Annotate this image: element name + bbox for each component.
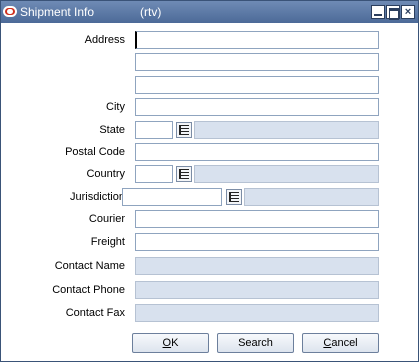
country-lov-icon[interactable] (176, 166, 192, 182)
country-description-field (194, 165, 379, 183)
contact-fax-label: Contact Fax (65, 307, 125, 319)
city-field[interactable] (135, 98, 379, 116)
courier-field[interactable] (135, 210, 379, 228)
shipment-info-dialog: Shipment Info (rtv) × Address City State… (0, 0, 419, 362)
jurisdiction-code-field[interactable] (122, 188, 222, 206)
freight-field[interactable] (135, 233, 379, 251)
title-bar[interactable]: Shipment Info (rtv) × (1, 1, 418, 23)
state-code-field[interactable] (135, 121, 173, 139)
cancel-label-rest: ancel (331, 337, 358, 349)
oracle-logo-icon (3, 6, 17, 17)
maximize-icon[interactable] (386, 5, 400, 20)
state-description-field (194, 121, 379, 139)
state-lov-icon[interactable] (176, 122, 192, 138)
contact-fax-field (135, 304, 379, 322)
city-label: City (106, 101, 125, 113)
minimize-icon[interactable] (371, 5, 385, 19)
courier-label: Courier (88, 213, 125, 225)
address-line1-field[interactable] (135, 31, 379, 49)
address-label: Address (84, 34, 125, 46)
jurisdiction-label: Jurisdiction (69, 191, 125, 203)
search-button[interactable]: Search (217, 333, 294, 353)
ok-label-rest: K (171, 337, 179, 349)
ok-mnemonic: O (162, 337, 172, 349)
contact-name-field (135, 257, 379, 275)
address-line2-field[interactable] (135, 53, 379, 71)
jurisdiction-description-field (244, 188, 379, 206)
country-label: Country (86, 168, 125, 180)
state-label: State (99, 124, 125, 136)
jurisdiction-lov-icon[interactable] (226, 189, 242, 205)
contact-phone-label: Contact Phone (52, 284, 125, 296)
postal-code-label: Postal Code (65, 146, 125, 158)
window-title: Shipment Info (20, 5, 95, 19)
contact-name-label: Contact Name (54, 260, 125, 272)
ok-button[interactable]: OK (132, 333, 209, 353)
contact-phone-field (135, 281, 379, 299)
address-line3-field[interactable] (135, 76, 379, 94)
search-label: Search (238, 337, 273, 349)
window-subtitle: (rtv) (140, 5, 162, 19)
cancel-button[interactable]: Cancel (302, 333, 379, 353)
freight-label: Freight (90, 236, 125, 248)
country-code-field[interactable] (135, 165, 173, 183)
postal-code-field[interactable] (135, 143, 379, 161)
close-icon[interactable]: × (401, 5, 415, 19)
